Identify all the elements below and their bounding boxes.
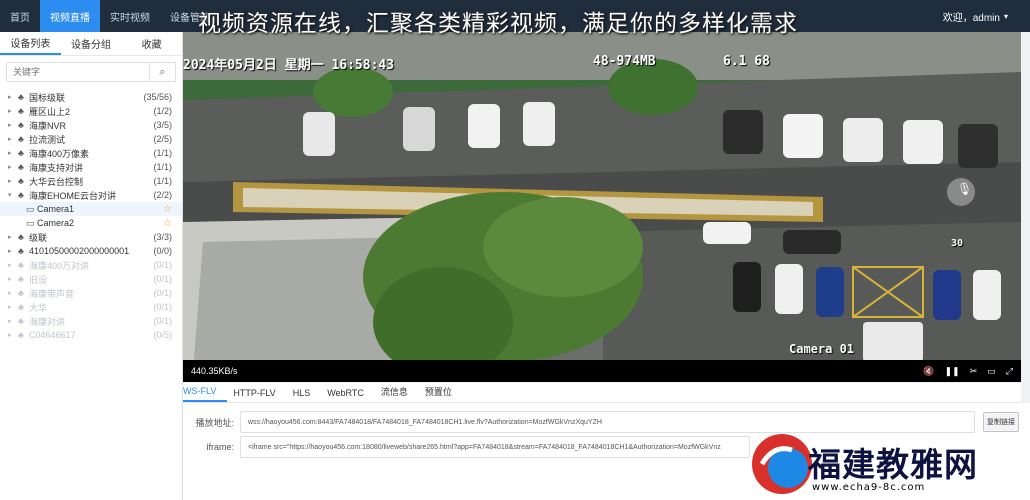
welcome-text: 欢迎，admin — [942, 12, 1000, 24]
group-icon: ♣ — [18, 232, 24, 242]
tab-presets[interactable]: 预置位 — [425, 385, 463, 402]
chevron-right-icon: ▸ — [8, 108, 12, 115]
camera-icon: ▭ — [26, 217, 35, 228]
chevron-right-icon: ▸ — [8, 276, 12, 283]
tab-stream-info[interactable]: 流信息 — [381, 385, 419, 402]
user-menu[interactable]: 欢迎，admin ▾ — [943, 0, 1008, 32]
tree-camera[interactable]: ▭ Camera2 ☆ — [0, 216, 182, 230]
tree-camera[interactable]: ▭ Camera1 ☆ — [0, 202, 182, 216]
group-icon: ♣ — [18, 162, 24, 172]
tree-node-offline[interactable]: ▸ ♣ 海康带声音 (0/1) — [0, 286, 182, 300]
chevron-right-icon: ▸ — [8, 318, 12, 325]
group-icon: ♣ — [18, 134, 24, 144]
chevron-right-icon: ▸ — [8, 178, 12, 185]
chevron-right-icon: ▸ — [8, 332, 12, 339]
camera-icon: ▭ — [26, 203, 35, 214]
tree-node[interactable]: ▸ ♣ 41010500002000000001 (0/0) — [0, 244, 182, 258]
watermark-url: www.echa9-8c.com — [812, 482, 926, 493]
tab-webrtc[interactable]: WebRTC — [327, 388, 375, 402]
watermark-text: 福建教雅网 — [808, 445, 978, 484]
tab-hls[interactable]: HLS — [293, 388, 322, 402]
chevron-right-icon: ▸ — [8, 150, 12, 157]
microphone-icon[interactable]: 🎙 — [957, 182, 972, 196]
nav-home[interactable]: 首页 — [0, 0, 40, 32]
search-input[interactable] — [7, 63, 149, 81]
group-icon: ♣ — [18, 148, 24, 158]
chevron-right-icon: ▸ — [8, 122, 12, 129]
bitrate-readout: 440.35KB/s — [191, 366, 238, 376]
iframe-field[interactable]: <iframe src="https://haoyou456.com:18080… — [240, 436, 750, 458]
video-frame — [183, 32, 1021, 378]
camera-label: Camera 01 — [789, 342, 855, 356]
search-box: ⌕ — [6, 62, 176, 82]
tree-node[interactable]: ▸ ♣ 海康NVR (3/5) — [0, 118, 182, 132]
sidebar-tabs: 设备列表 设备分组 收藏 — [0, 32, 182, 56]
group-icon: ♣ — [18, 274, 24, 284]
chevron-right-icon: ▸ — [8, 248, 12, 255]
mute-icon[interactable]: 🔇 — [923, 366, 934, 377]
tree-node-expanded[interactable]: ▾ ♣ 海康EHOME云台对讲 (2/2) — [0, 188, 182, 202]
play-url-label: 播放地址: — [195, 417, 234, 428]
sidebar: 设备列表 设备分组 收藏 ⌕ ▸♣国标级联(35/56) ▸♣雁区山上2(1/2… — [0, 32, 183, 500]
tab-http-flv[interactable]: HTTP-FLV — [233, 388, 286, 402]
tab-favorites[interactable]: 收藏 — [121, 32, 182, 55]
tab-ws-flv[interactable]: WS-FLV — [183, 386, 228, 402]
chevron-right-icon: ▸ — [8, 164, 12, 171]
group-icon: ♣ — [18, 302, 24, 312]
chevron-right-icon: ▸ — [8, 262, 12, 269]
osd-datetime: 2024年05月2日 星期一 16:58:43 — [183, 58, 395, 73]
tree-node-offline[interactable]: ▸ ♣ 海康400万对讲 (0/1) — [0, 258, 182, 272]
star-icon[interactable]: ☆ — [163, 204, 172, 215]
device-tree: ▸ ♣ 国标级联 (35/56) ▸ ♣ 雁区山上2 (1/2) ▸ ♣ 海康NVR (3/5) … — [0, 90, 182, 342]
tree-node[interactable]: ▸ ♣ 雁区山上2 (1/2) — [0, 104, 182, 118]
tab-device-list[interactable]: 设备列表 — [0, 32, 61, 55]
group-icon: ♣ — [18, 190, 24, 200]
overlay-banner: 视频资源在线，汇聚各类精彩视频，满足你的多样化需求 — [198, 11, 798, 37]
group-icon: ♣ — [18, 330, 24, 340]
snapshot-icon[interactable]: ✂ — [970, 366, 978, 377]
iframe-label: iframe: — [206, 442, 234, 452]
group-icon: ♣ — [18, 246, 24, 256]
star-icon[interactable]: ☆ — [163, 218, 172, 229]
chevron-right-icon: ▸ — [8, 94, 12, 101]
group-icon: ♣ — [18, 92, 24, 102]
player-controls: 440.35KB/s 🔇 ❚❚ ✂ ▭ ⤢ — [183, 360, 1021, 382]
stream-tabs: WS-FLV HTTP-FLV HLS WebRTC 流信息 预置位 — [183, 383, 1021, 403]
chevron-down-icon: ▾ — [1003, 11, 1008, 21]
tree-node-offline[interactable]: ▸ ♣ C04646617 (0/5) — [0, 328, 182, 342]
group-icon: ♣ — [18, 176, 24, 186]
tree-node-offline[interactable]: ▸ ♣ 大华 (0/1) — [0, 300, 182, 314]
tree-node[interactable]: ▸ ♣ 国标级联 (35/56) — [0, 90, 182, 104]
nav-realtime[interactable]: 实时视频 — [100, 0, 160, 32]
group-icon: ♣ — [18, 106, 24, 116]
tree-node-offline[interactable]: ▸ ♣ 旧设 (0/1) — [0, 272, 182, 286]
nav-live[interactable]: 视频直播 — [40, 0, 100, 32]
chevron-right-icon: ▸ — [8, 136, 12, 143]
fullscreen-icon[interactable]: ⤢ — [1006, 366, 1013, 377]
chevron-right-icon: ▸ — [8, 290, 12, 297]
search-icon[interactable]: ⌕ — [149, 63, 175, 81]
osd-stats: 48-974MB — [593, 54, 656, 69]
group-icon: ♣ — [18, 316, 24, 326]
tab-device-group[interactable]: 设备分组 — [61, 32, 122, 55]
chevron-down-icon: ▾ — [8, 192, 12, 199]
tree-node[interactable]: ▸ ♣ 海康支持对讲 (1/1) — [0, 160, 182, 174]
tree-node[interactable]: ▸ ♣ 海康400万像素 (1/1) — [0, 146, 182, 160]
osd-extra: 6.1 68 — [723, 54, 770, 69]
group-icon: ♣ — [18, 120, 24, 130]
tree-node[interactable]: ▸ ♣ 拉流测试 (2/5) — [0, 132, 182, 146]
tree-node[interactable]: ▸ ♣ 级联 (3/3) — [0, 230, 182, 244]
osd-number: 30 — [951, 238, 964, 249]
record-icon[interactable]: ▭ — [987, 366, 996, 377]
group-icon: ♣ — [18, 288, 24, 298]
pause-icon[interactable]: ❚❚ — [945, 366, 960, 377]
video-player[interactable]: 2024年05月2日 星期一 16:58:43 48-974MB 6.1 68 … — [183, 32, 1021, 378]
chevron-right-icon: ▸ — [8, 304, 12, 311]
tree-node-offline[interactable]: ▸ ♣ 海康对讲 (0/1) — [0, 314, 182, 328]
group-icon: ♣ — [18, 260, 24, 270]
tree-node[interactable]: ▸ ♣ 大华云台控制 (1/1) — [0, 174, 182, 188]
watermark: 福建教雅网 www.echa9-8c.com — [748, 428, 1030, 500]
chevron-right-icon: ▸ — [8, 234, 12, 241]
iframe-row: iframe: <iframe src="https://haoyou456.c… — [183, 436, 750, 458]
